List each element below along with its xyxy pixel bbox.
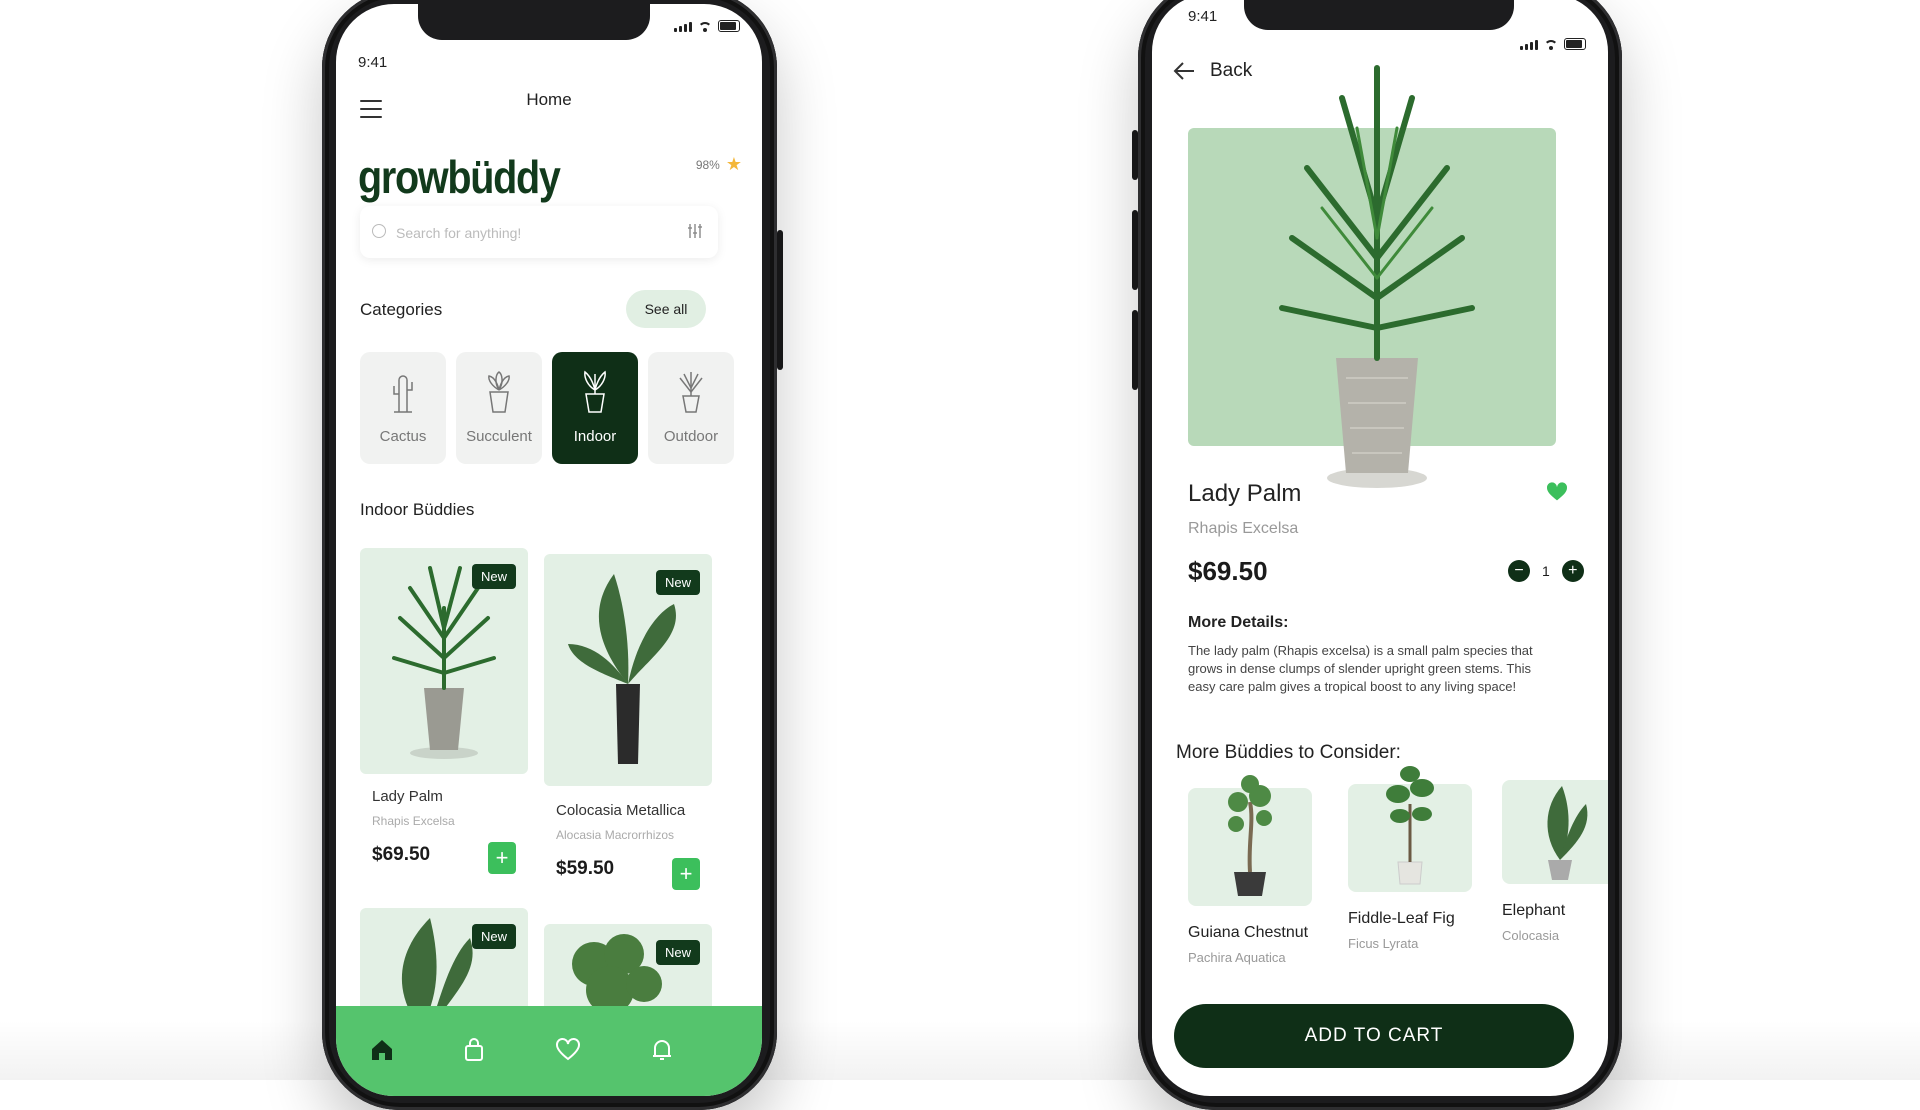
product-name: Lady Palm xyxy=(1188,480,1302,507)
suggestions-title: More Büddies to Consider: xyxy=(1176,742,1401,763)
product-image: New xyxy=(360,548,528,774)
category-label: Cactus xyxy=(379,428,427,445)
suggestion-scientific-name: Pachira Aquatica xyxy=(1188,950,1286,965)
suggestion-scientific-name: Colocasia xyxy=(1502,928,1560,943)
signal-icon xyxy=(1520,40,1538,50)
category-succulent[interactable]: Succulent xyxy=(456,352,542,464)
new-badge: New xyxy=(471,564,516,589)
rating-value: 98% xyxy=(695,157,720,172)
cactus-icon xyxy=(393,375,413,413)
category-indoor[interactable]: Indoor xyxy=(552,352,638,464)
suggestion-card-fiddle-leaf-fig[interactable]: Fiddle-Leaf Fig Ficus Lyrata xyxy=(1348,766,1472,951)
search-icon xyxy=(372,224,386,238)
product-scientific-name: Alocasia Macrorrhizos xyxy=(556,828,675,842)
app-logo: growbüddy xyxy=(358,151,561,203)
category-label: Succulent xyxy=(466,428,532,445)
quantity-stepper: − 1 + xyxy=(1508,560,1584,582)
suggestion-name: Elephant xyxy=(1502,902,1566,919)
new-badge: New xyxy=(471,924,516,949)
suggestion-scientific-name: Ficus Lyrata xyxy=(1348,936,1419,951)
category-outdoor[interactable]: Outdoor xyxy=(648,352,734,464)
star-icon: ★ xyxy=(725,154,742,174)
suggestion-name: Guiana Chestnut xyxy=(1188,924,1309,941)
status-time: 9:41 xyxy=(358,54,388,71)
right-phone-frame: 9:41 Back Lady Palm Rhapis Excelsa $69.5… xyxy=(1132,0,1622,1110)
left-phone-frame: 9:41 Home growbüddy 98% ★ Categories See… xyxy=(322,0,783,1110)
heart-icon[interactable] xyxy=(552,1034,584,1066)
bag-icon[interactable] xyxy=(458,1034,490,1066)
mute-switch xyxy=(1132,130,1138,180)
back-button[interactable]: Back xyxy=(1172,60,1252,82)
product-price: $69.50 xyxy=(372,844,431,865)
quantity-value: 1 xyxy=(1542,563,1550,579)
status-icons xyxy=(674,20,740,32)
product-image: New xyxy=(544,554,712,786)
battery-icon xyxy=(1564,38,1586,50)
volume-up-button xyxy=(1132,210,1138,290)
product-scientific-name: Rhapis Excelsa xyxy=(1188,520,1299,537)
add-to-cart-button[interactable]: + xyxy=(488,842,516,874)
succulent-icon xyxy=(488,371,510,413)
lady-palm-hero-image xyxy=(1279,65,1475,488)
add-to-cart-button[interactable]: + xyxy=(672,858,700,890)
floor-shadow xyxy=(0,1020,1920,1080)
new-badge: New xyxy=(655,570,700,595)
search-bar[interactable] xyxy=(360,206,718,258)
see-all-button[interactable]: See all xyxy=(626,290,706,328)
add-to-cart-button[interactable]: ADD TO CART xyxy=(1174,1004,1574,1068)
battery-icon xyxy=(718,20,740,32)
status-time: 9:41 xyxy=(1188,8,1218,25)
category-label: Outdoor xyxy=(663,428,719,445)
elephant-ear-image xyxy=(1547,786,1588,880)
filter-icon[interactable] xyxy=(686,222,704,240)
product-card-colocasia[interactable]: New Colocasia Metallica Alocasia Macrorr… xyxy=(544,554,712,894)
status-icons xyxy=(1520,38,1586,50)
suggestion-image xyxy=(1348,766,1472,892)
suggestion-image xyxy=(1188,775,1312,906)
rating: 98% ★ xyxy=(696,154,742,175)
page-title: Home xyxy=(526,90,572,109)
product-name: Lady Palm xyxy=(372,788,443,805)
power-button xyxy=(777,230,783,370)
search-input[interactable] xyxy=(394,220,658,246)
back-label: Back xyxy=(1210,60,1253,81)
more-details-text: The lady palm (Rhapis excelsa) is a smal… xyxy=(1188,643,1533,694)
indoor-plant-icon xyxy=(584,370,606,413)
product-scientific-name: Rhapis Excelsa xyxy=(372,814,455,828)
suggestion-image xyxy=(1502,780,1608,884)
categories-title: Categories xyxy=(360,300,443,319)
section-title: Indoor Büddies xyxy=(360,500,475,519)
bell-icon[interactable] xyxy=(646,1034,678,1066)
new-badge: New xyxy=(655,940,700,965)
product-name: Colocasia Metallica xyxy=(556,802,686,819)
suggestion-name: Fiddle-Leaf Fig xyxy=(1348,910,1455,927)
product-card-lady-palm[interactable]: New Lady Palm Rhapis Excelsa $69.50 + xyxy=(360,548,528,888)
product-price: $59.50 xyxy=(556,858,615,879)
notch xyxy=(418,4,650,40)
home-screen: 9:41 Home growbüddy 98% ★ Categories See… xyxy=(336,4,762,1096)
decrease-quantity-button[interactable]: − xyxy=(1508,560,1530,582)
detail-screen: 9:41 Back Lady Palm Rhapis Excelsa $69.5… xyxy=(1152,0,1608,1096)
arrow-left-icon xyxy=(1173,62,1194,80)
increase-quantity-button[interactable]: + xyxy=(1561,560,1584,582)
home-icon[interactable] xyxy=(366,1034,398,1066)
guiana-chestnut-image xyxy=(1228,775,1272,896)
fiddle-leaf-fig-image xyxy=(1386,766,1434,885)
notch xyxy=(1244,0,1514,30)
product-price: $69.50 xyxy=(1188,556,1268,586)
bottom-nav xyxy=(336,1006,762,1096)
category-cactus[interactable]: Cactus xyxy=(360,352,446,464)
more-details-title: More Details: xyxy=(1188,614,1289,631)
category-label: Indoor xyxy=(573,428,617,445)
signal-icon xyxy=(674,22,692,32)
suggestion-card-guiana-chestnut[interactable]: Guiana Chestnut Pachira Aquatica xyxy=(1188,775,1312,965)
favorite-heart-icon[interactable] xyxy=(1546,482,1568,507)
wifi-icon xyxy=(698,22,712,32)
suggestion-card-elephant[interactable]: Elephant Colocasia xyxy=(1502,780,1608,943)
wifi-icon xyxy=(1544,40,1558,50)
outdoor-plant-icon xyxy=(679,372,703,413)
volume-down-button xyxy=(1132,310,1138,390)
